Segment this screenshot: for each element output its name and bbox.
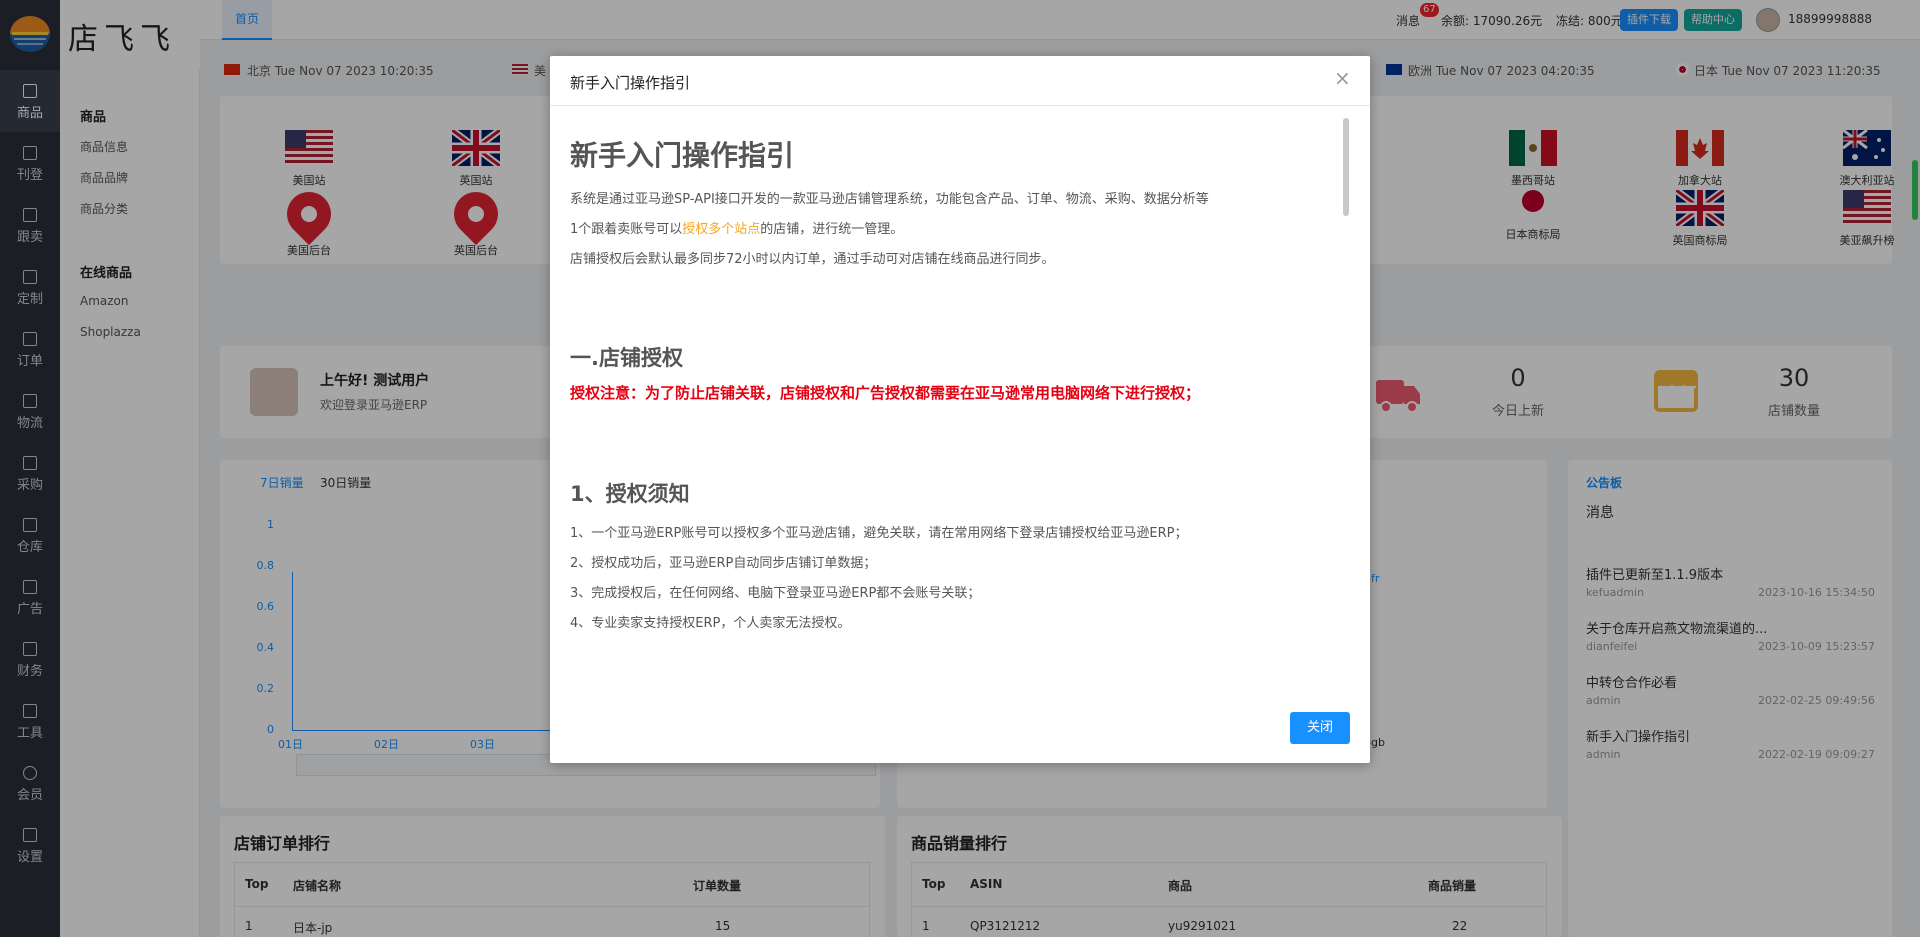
- close-button[interactable]: 关闭: [1290, 712, 1350, 744]
- guide-intro-text: 系统是通过亚马逊SP-API接口开发的一款亚马逊店铺管理系统，功能包含产品、订单…: [570, 192, 1209, 207]
- authorize-sites-link[interactable]: 授权多个站点: [682, 222, 760, 237]
- note-item: 1、一个亚马逊ERP账号可以授权多个亚马逊店铺，避免关联，请在常用网络下登录店铺…: [570, 526, 1188, 541]
- guide-heading: 新手入门操作指引: [570, 139, 795, 172]
- section-heading: 一.店铺授权: [570, 346, 683, 370]
- modal-scrollbar[interactable]: [1343, 118, 1349, 216]
- close-icon[interactable]: ×: [1334, 68, 1351, 88]
- guide-intro-text: 店铺授权后会默认最多同步72小时以内订单，通过手动可对店铺在线商品进行同步。: [570, 252, 1055, 267]
- note-item: 3、完成授权后，在任何网络、电脑下登录亚马逊ERP都不会账号关联；: [570, 586, 981, 601]
- subsection-heading: 1、授权须知: [570, 482, 690, 506]
- guide-intro-line2: 1个跟着卖账号可以授权多个站点的店铺，进行统一管理。: [570, 218, 1330, 237]
- modal-body: 新手入门操作指引 系统是通过亚马逊SP-API接口开发的一款亚马逊店铺管理系统，…: [550, 106, 1370, 666]
- guide-modal: 新手入门操作指引 × 新手入门操作指引 系统是通过亚马逊SP-API接口开发的一…: [550, 56, 1370, 763]
- note-item: 2、授权成功后，亚马逊ERP自动同步店铺订单数据；: [570, 556, 877, 571]
- guide-intro-text: 1个跟着卖账号可以: [570, 222, 683, 237]
- authorization-warning: 授权注意：为了防止店铺关联，店铺授权和广告授权都需要在亚马逊常用电脑网络下进行授…: [570, 384, 1201, 402]
- note-item: 4、专业卖家支持授权ERP，个人卖家无法授权。: [570, 616, 851, 631]
- modal-header: 新手入门操作指引 ×: [550, 56, 1370, 106]
- modal-title: 新手入门操作指引: [570, 74, 691, 92]
- guide-intro-text: 的店铺，进行统一管理。: [760, 222, 904, 237]
